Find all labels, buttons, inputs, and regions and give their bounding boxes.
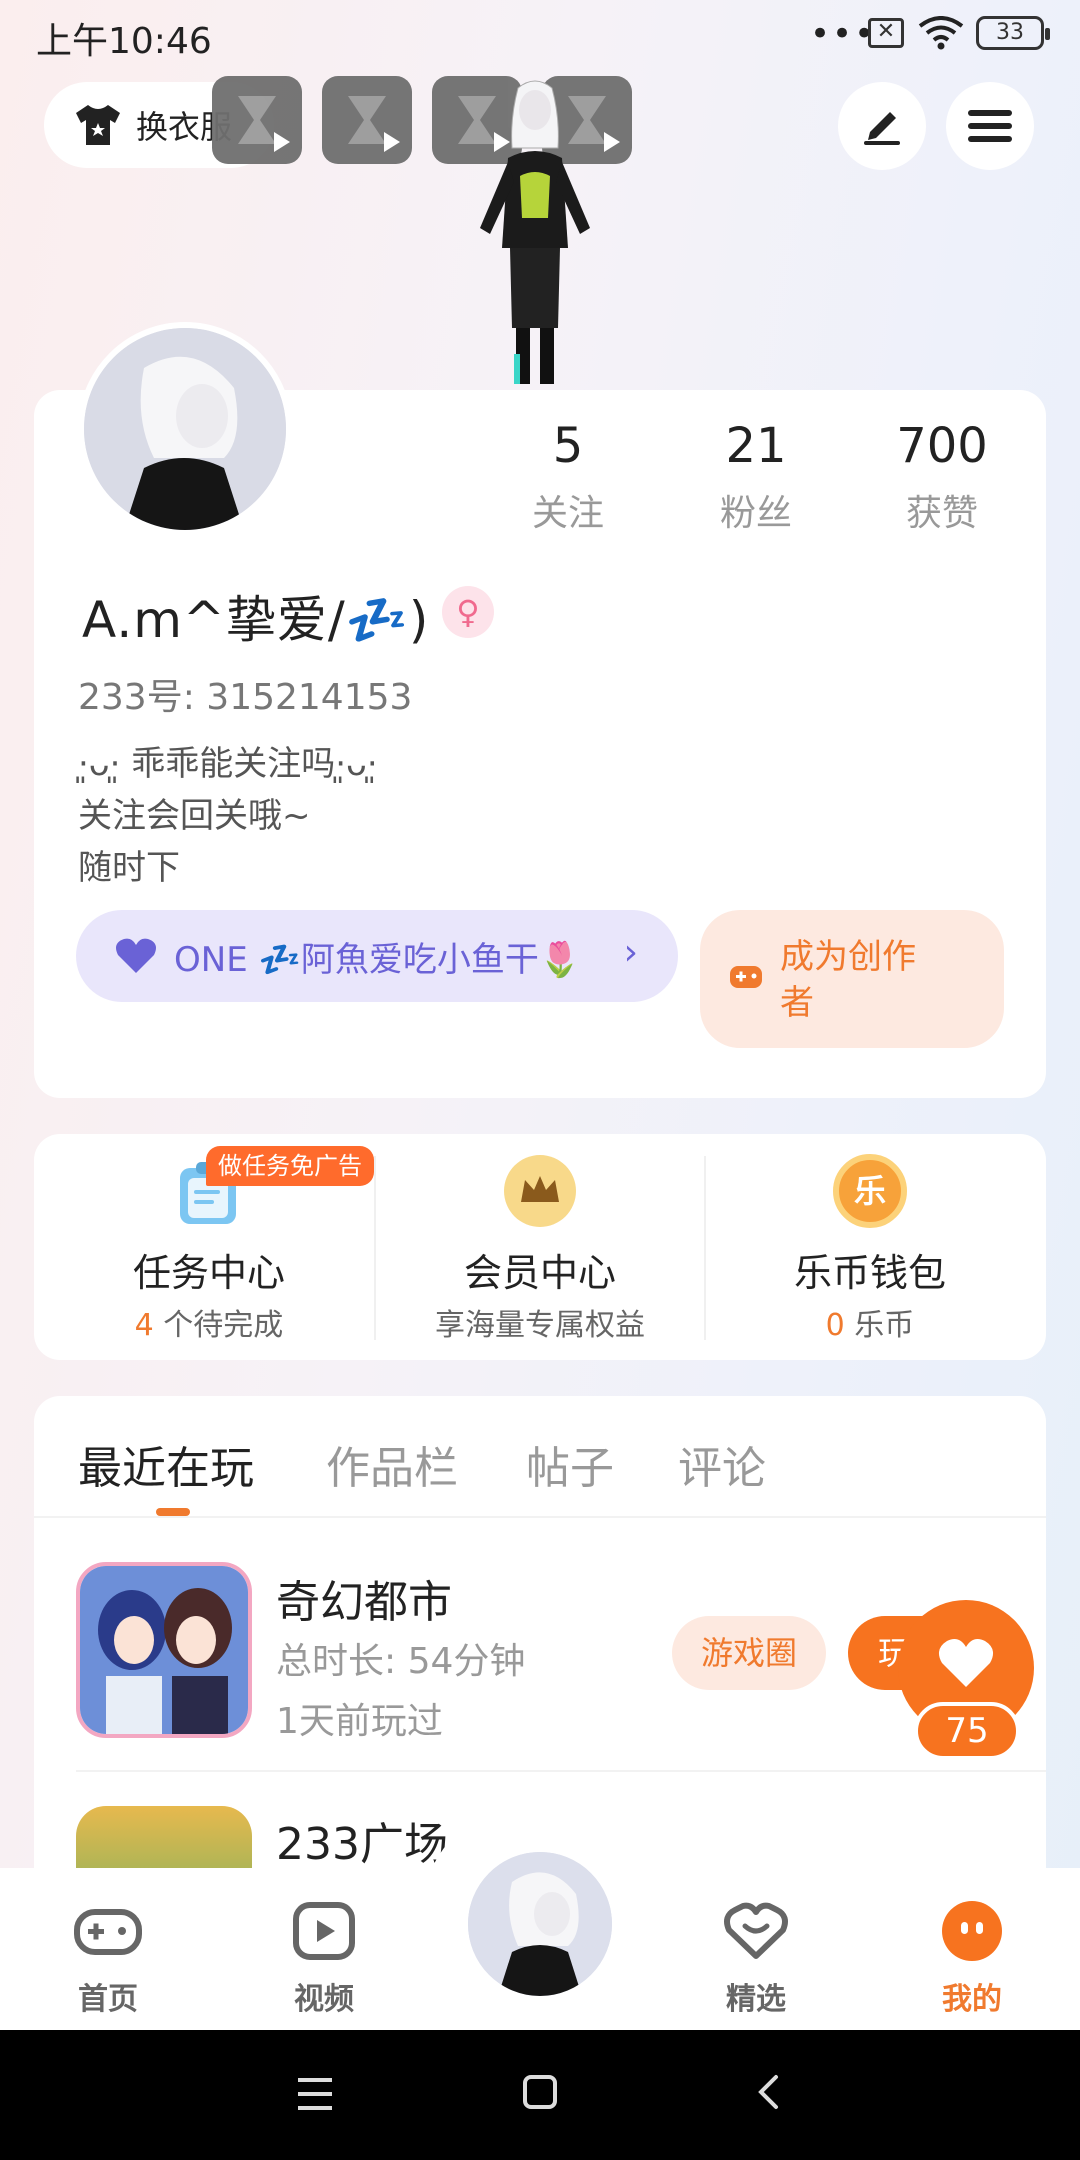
wallet-sub: 0 乐币 [705, 1300, 1035, 1344]
likes-label[interactable]: 获赞 [862, 484, 1022, 536]
like-count: 75 [914, 1702, 1020, 1760]
gamepad-star-icon [730, 966, 762, 988]
system-nav-bar [0, 2030, 1080, 2160]
coin-icon: 乐 [833, 1154, 907, 1228]
become-creator-button[interactable]: 成为创作 者 [700, 910, 1004, 1048]
profile-avatar[interactable] [78, 322, 292, 536]
nav-home-label: 首页 [78, 1982, 138, 2017]
heart-icon [938, 1639, 994, 1687]
status-more-icon: ••• [810, 14, 877, 54]
game-name[interactable]: 233广场 [276, 1808, 448, 1872]
play-icon [274, 132, 290, 152]
game-duration: 总时长: 54分钟 [276, 1641, 526, 1682]
home-icon[interactable] [522, 2074, 558, 2110]
username: A.m^挚爱/💤) [82, 591, 430, 649]
game-thumbnail [80, 1566, 248, 1734]
tab-recent[interactable]: 最近在玩 [78, 1432, 254, 1496]
hamburger-icon [968, 110, 1012, 142]
bio-line-3: 随时下 [78, 848, 180, 888]
wallet-title: 乐币钱包 [793, 1251, 946, 1295]
nav-video[interactable]: 视频 [254, 1896, 394, 2018]
coin-count: 0 [825, 1308, 845, 1343]
pencil-icon [864, 112, 900, 145]
tab-works[interactable]: 作品栏 [326, 1432, 458, 1496]
game-last-played: 1天前玩过 [276, 1701, 443, 1742]
avatar-3d-figure[interactable] [460, 78, 610, 390]
nav-mine-label: 我的 [942, 1982, 1002, 2017]
play-icon [384, 132, 400, 152]
outfit-thumb-1[interactable] [212, 76, 302, 164]
purple-heart-icon [116, 938, 156, 973]
shirt-icon [76, 105, 120, 145]
wifi-icon [918, 16, 964, 50]
user-id[interactable]: 233号: 315214153 [78, 668, 412, 720]
task-center-sub: 4 个待完成 [44, 1300, 374, 1344]
likes-count[interactable]: 700 [862, 418, 1022, 474]
game-icon[interactable] [76, 1562, 252, 1738]
bio-line-2: 关注会回关哦~ [78, 796, 311, 836]
wallet[interactable]: 乐 乐币钱包 0 乐币 [705, 1134, 1035, 1360]
status-time: 上午10:46 [36, 21, 212, 62]
back-icon[interactable] [756, 2074, 780, 2110]
creator-label-2: 者 [780, 983, 814, 1023]
tab-comments[interactable]: 评论 [678, 1432, 766, 1496]
nav-featured[interactable]: 精选 [686, 1896, 826, 2018]
coin-sub-text: 乐币 [844, 1308, 915, 1343]
game-name[interactable]: 奇幻都市 [276, 1566, 452, 1630]
bio-line-1: ·͈ᴗ·͈ 乖乖能关注吗·͈ᴗ·͈ [78, 744, 378, 784]
task-sub-text: 个待完成 [153, 1308, 284, 1343]
row-divider [76, 1770, 1046, 1772]
heart-box-icon [724, 1902, 788, 1959]
avatar-image [468, 1852, 612, 1996]
female-icon: ♀ [442, 586, 494, 638]
gamepad-icon [74, 1909, 142, 1955]
status-bar: 上午10:46 ••• ✕ 33 [0, 0, 1080, 70]
following-label[interactable]: 关注 [488, 484, 648, 536]
nav-video-label: 视频 [294, 1982, 354, 2017]
ad-free-badge: 做任务免广告 [206, 1146, 374, 1186]
vip-center-title: 会员中心 [463, 1251, 616, 1295]
recent-apps-icon[interactable] [298, 2076, 338, 2112]
sim-icon: ✕ [868, 18, 904, 48]
edit-button[interactable] [838, 82, 926, 170]
battery-icon: 33 [976, 16, 1050, 50]
group-label: ONE 💤阿魚爱吃小鱼干🌷 [174, 939, 582, 980]
task-count: 4 [134, 1308, 154, 1343]
vip-center[interactable]: 会员中心 享海量专属权益 [375, 1134, 705, 1360]
menu-button[interactable] [946, 82, 1034, 170]
following-count[interactable]: 5 [488, 418, 648, 474]
nav-featured-label: 精选 [726, 1982, 786, 2017]
outfit-thumb-2[interactable] [322, 76, 412, 164]
fans-label[interactable]: 粉丝 [676, 484, 836, 536]
vip-center-sub: 享海量专属权益 [435, 1308, 645, 1343]
avatar-image [84, 328, 286, 530]
crown-icon [504, 1155, 576, 1227]
game-circle-button[interactable]: 游戏圈 [672, 1616, 826, 1690]
nav-avatar[interactable] [462, 1846, 618, 2002]
nav-mine[interactable]: 我的 [902, 1896, 1042, 2018]
task-center-title: 任务中心 [132, 1251, 285, 1295]
nav-home[interactable]: 首页 [38, 1896, 178, 2018]
tab-divider [34, 1516, 1046, 1518]
tab-posts[interactable]: 帖子 [526, 1432, 614, 1496]
video-icon [293, 1902, 355, 1960]
face-icon [942, 1901, 1002, 1961]
group-pill-button[interactable]: ONE 💤阿魚爱吃小鱼干🌷 › [76, 910, 678, 1002]
fans-count[interactable]: 21 [676, 418, 836, 474]
creator-label-1: 成为创作 [780, 937, 916, 977]
tab-indicator [156, 1508, 190, 1516]
chevron-right-icon: › [623, 932, 638, 973]
